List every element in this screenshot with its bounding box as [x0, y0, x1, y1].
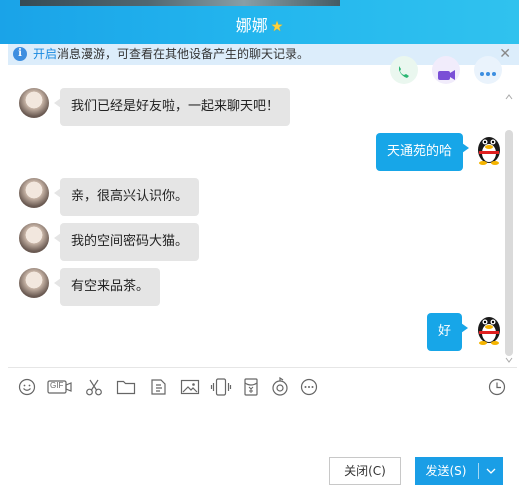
contact-avatar[interactable] — [19, 88, 49, 118]
image-button[interactable] — [179, 376, 201, 398]
chat-scrollbar[interactable] — [505, 86, 513, 356]
video-call-button[interactable] — [430, 56, 462, 84]
more-dots-icon — [474, 56, 502, 84]
message-bubble-outgoing: 好 — [427, 313, 469, 351]
window-title: 娜娜 ★ — [0, 12, 519, 36]
shake-icon — [210, 378, 232, 396]
send-button[interactable]: 发送(S) — [415, 457, 503, 485]
star-icon: ★ — [270, 19, 284, 35]
image-icon — [180, 379, 200, 395]
emoji-button[interactable] — [16, 376, 38, 398]
gif-button[interactable]: GIF — [47, 376, 73, 398]
gif-label: GIF — [50, 381, 64, 390]
voice-call-button[interactable] — [388, 56, 420, 84]
penguin-avatar-icon[interactable] — [474, 131, 504, 165]
close-button[interactable]: 关闭(C) — [329, 457, 401, 485]
penguin-avatar-icon[interactable] — [474, 311, 504, 345]
shake-button[interactable] — [210, 376, 232, 398]
message-bubble-outgoing: 天通苑的哈 — [376, 133, 470, 171]
folder-icon — [116, 380, 136, 395]
message-bubble-incoming: 我们已经是好友啦，一起来聊天吧！ — [53, 88, 291, 126]
history-button[interactable] — [486, 376, 508, 398]
file-button[interactable] — [115, 376, 137, 398]
more-icon — [300, 378, 318, 396]
voice-button[interactable] — [269, 376, 291, 398]
scroll-thumb[interactable] — [505, 130, 513, 356]
red-packet-icon — [244, 378, 258, 396]
send-options-dropdown[interactable] — [479, 457, 503, 495]
input-divider — [8, 367, 517, 368]
scroll-up-icon[interactable] — [505, 93, 513, 101]
more-actions-button[interactable] — [472, 56, 504, 84]
notice-text: 消息漫游，可查看在其他设备产生的聊天记录。 — [57, 47, 310, 61]
message-input[interactable] — [8, 400, 517, 452]
send-label[interactable]: 发送(S) — [415, 457, 477, 485]
emoji-icon — [18, 378, 36, 396]
chevron-down-icon — [486, 468, 496, 474]
phone-icon — [390, 56, 418, 84]
contact-avatar[interactable] — [19, 223, 49, 253]
message-bubble-incoming: 我的空间密码大猫。 — [53, 223, 200, 261]
doc-icon — [151, 379, 166, 395]
scissors-icon — [86, 379, 102, 396]
document-button[interactable] — [148, 376, 170, 398]
scroll-down-icon[interactable] — [505, 356, 513, 364]
video-icon — [432, 56, 460, 84]
contact-avatar[interactable] — [19, 178, 49, 208]
more-tools-button[interactable] — [298, 376, 320, 398]
background-photo-strip — [20, 0, 340, 6]
message-bubble-incoming: 亲，很高兴认识你。 — [53, 178, 200, 216]
contact-avatar[interactable] — [19, 268, 49, 298]
contact-name: 娜娜 — [235, 16, 268, 35]
red-packet-button[interactable] — [240, 376, 262, 398]
screenshot-button[interactable] — [83, 376, 105, 398]
history-icon — [488, 378, 506, 396]
title-bar: 娜娜 ★ — [0, 0, 519, 44]
enable-roaming-link[interactable]: 开启 — [33, 47, 57, 61]
info-icon: i — [13, 47, 27, 61]
voice-icon — [272, 376, 288, 396]
message-bubble-incoming: 有空来品茶。 — [53, 268, 161, 306]
